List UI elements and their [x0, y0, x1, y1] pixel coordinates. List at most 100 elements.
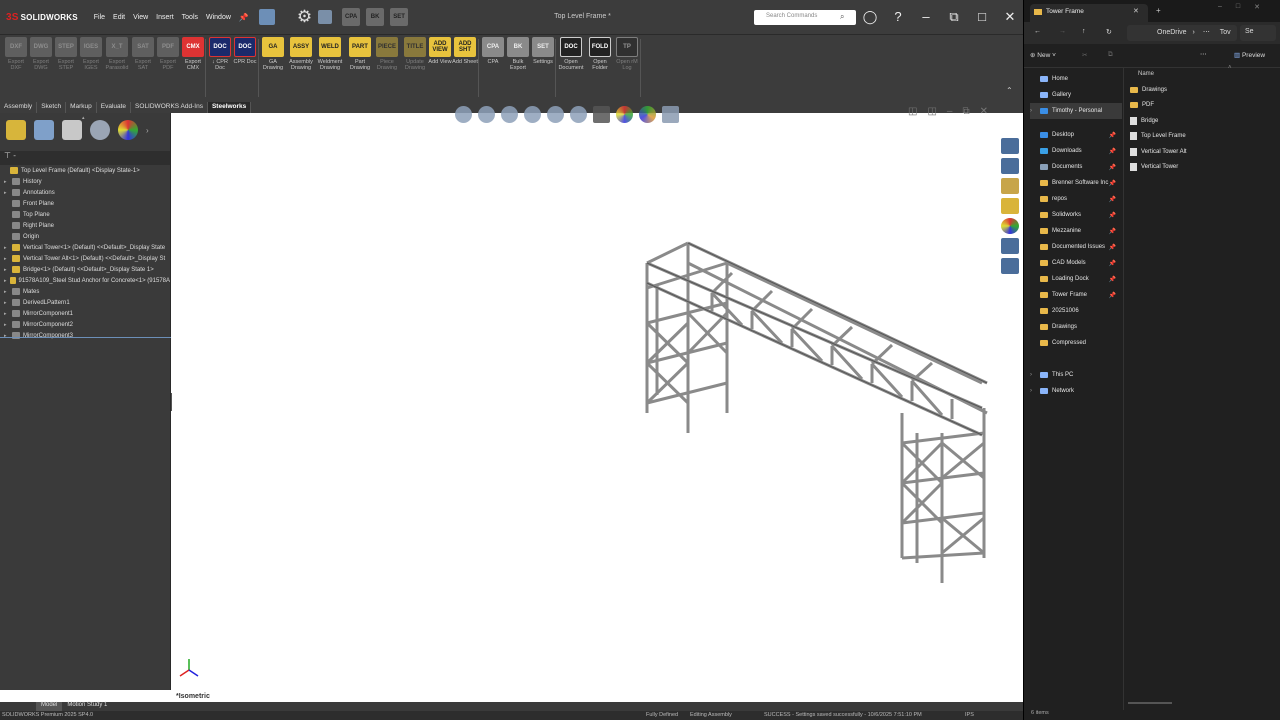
tree-item[interactable]: Origin — [0, 231, 170, 242]
nav-item-desktop[interactable]: Desktop 📌 — [1030, 127, 1122, 143]
tree-item[interactable]: ▸ MirrorComponent3 — [0, 330, 170, 341]
ribbon-bulk-export-button[interactable]: BK Bulk Export — [505, 37, 531, 71]
view-palette-icon[interactable] — [1001, 198, 1019, 214]
section-view-icon[interactable] — [524, 105, 541, 123]
menu-edit[interactable]: Edit — [113, 14, 125, 21]
tree-item[interactable]: ▸ DerivedLPattern1 — [0, 297, 170, 308]
panel-more-icon[interactable]: › — [146, 126, 149, 135]
copy-icon[interactable]: ⧉ — [1108, 51, 1113, 59]
file-list-item[interactable]: Vertical Tower — [1130, 160, 1250, 176]
ribbon-part-drawing-button[interactable]: PART Part Drawing — [347, 37, 373, 71]
tab-evaluate[interactable]: Evaluate — [97, 102, 132, 113]
ribbon-update-drawing-button[interactable]: TITLE Update Drawing — [402, 37, 428, 71]
restore-icon[interactable]: ⧉ — [946, 9, 962, 25]
ribbon-export-step-button[interactable]: STEP Export STEP — [53, 37, 79, 71]
nav-item-mezzanine[interactable]: Mezzanine 📌 — [1030, 223, 1122, 239]
design-library-icon[interactable] — [1001, 158, 1019, 174]
nav-item-compressed[interactable]: Compressed — [1030, 335, 1122, 351]
explorer-close-icon[interactable]: ✕ — [1254, 3, 1260, 11]
minimize-icon[interactable]: – — [918, 9, 934, 25]
gear-icon[interactable]: ⚙ — [297, 7, 312, 27]
view-triad-icon[interactable] — [178, 658, 200, 680]
back-icon[interactable]: ← — [1034, 28, 1041, 35]
zoom-to-area-icon[interactable] — [478, 105, 495, 123]
ribbon-add-sheet-button[interactable]: ADD SHT Add Sheet — [452, 37, 478, 65]
solidworks-logo[interactable]: 3S SOLIDWORKS — [6, 12, 80, 23]
expand-chevron-icon[interactable]: › — [1030, 388, 1040, 394]
solidworks-forum-icon[interactable] — [1001, 258, 1019, 274]
pin-icon[interactable]: 📌 — [1109, 276, 1116, 283]
cpa-tile-button[interactable]: CPA — [342, 8, 361, 26]
property-manager-icon[interactable] — [34, 120, 54, 140]
expand-icon[interactable]: ▸ — [4, 179, 10, 185]
tree-item[interactable]: Front Plane — [0, 198, 170, 209]
tree-item[interactable]: Top Plane — [0, 209, 170, 220]
display-manager-icon[interactable] — [118, 120, 138, 140]
address-location[interactable]: OneDrive — [1157, 29, 1187, 36]
expand-chevron-icon[interactable]: › — [1030, 372, 1040, 378]
maximize-icon[interactable]: □ — [974, 9, 990, 25]
ribbon-open-document-button[interactable]: DOC Open Document — [558, 37, 584, 71]
expand-icon[interactable]: ▸ — [4, 190, 10, 196]
more-options-icon[interactable]: ⋯ — [1200, 50, 1207, 58]
graphics-viewport[interactable] — [172, 113, 1023, 690]
nav-item-20251006[interactable]: 20251006 — [1030, 303, 1122, 319]
tab-assembly[interactable]: Assembly — [0, 102, 38, 113]
pin-icon[interactable]: 📌 — [1109, 148, 1116, 155]
ribbon-export-pdf-button[interactable]: PDF Export PDF — [155, 37, 181, 71]
menu-view[interactable]: View — [133, 14, 148, 21]
cut-icon[interactable]: ✂ — [1082, 51, 1087, 59]
explorer-minimize-icon[interactable]: – — [1218, 3, 1222, 11]
address-bar[interactable]: OneDrive › ⋯ Tov — [1127, 25, 1237, 41]
view-orientation-icon[interactable] — [547, 105, 564, 123]
ribbon-open-folder-button[interactable]: FOLD Open Folder — [587, 37, 613, 71]
pin-icon[interactable]: 📌 — [1109, 196, 1116, 203]
edit-appearance-icon[interactable] — [616, 105, 633, 123]
pin-icon[interactable]: 📌 — [1109, 180, 1116, 187]
file-list-item[interactable]: Top Level Frame — [1130, 129, 1250, 145]
configuration-manager-icon[interactable] — [62, 120, 82, 140]
horizontal-scrollbar[interactable] — [1128, 702, 1172, 704]
tree-filter-input[interactable]: ⊤ - — [0, 151, 170, 165]
pin-icon[interactable]: 📌 — [1109, 244, 1116, 251]
tree-item[interactable]: ▸ MirrorComponent1 — [0, 308, 170, 319]
tab-sketch[interactable]: Sketch — [37, 102, 67, 113]
zoom-to-fit-icon[interactable] — [455, 105, 472, 123]
breadcrumb-more-icon[interactable]: ⋯ — [1203, 29, 1210, 36]
appearances-icon[interactable] — [1001, 218, 1019, 234]
menu-insert[interactable]: Insert — [156, 14, 174, 21]
ribbon-export-dwg-button[interactable]: DWG Export DWG — [28, 37, 54, 71]
pin-icon[interactable]: 📌 — [1109, 212, 1116, 219]
ribbon-export-dxf-button[interactable]: DXF Export DXF — [3, 37, 29, 71]
close-icon[interactable]: ✕ — [1002, 9, 1018, 25]
view-settings-icon[interactable] — [662, 105, 679, 123]
tab-solidworks-add-ins[interactable]: SOLIDWORKS Add-Ins — [131, 102, 208, 113]
expand-chevron-icon[interactable]: › — [1030, 108, 1040, 114]
ribbon-settings-button[interactable]: SET Settings — [530, 37, 556, 65]
tree-item[interactable]: ▸ MirrorComponent2 — [0, 319, 170, 330]
save-icon[interactable] — [258, 9, 275, 25]
tree-item[interactable]: ▸ History — [0, 176, 170, 187]
viewport-restore-icon[interactable]: ⧉ — [962, 106, 969, 117]
forward-icon[interactable]: → — [1059, 28, 1066, 35]
options-list-icon[interactable] — [318, 10, 333, 24]
nav-item-cad-models[interactable]: CAD Models 📌 — [1030, 255, 1122, 271]
tile-right-icon[interactable]: ◫ — [927, 106, 936, 117]
tree-item[interactable]: ▸ Vertical Tower Alt<1> (Default) <<Defau… — [0, 253, 170, 264]
tile-left-icon[interactable]: ◫ — [908, 106, 917, 117]
nav-item-tower-frame[interactable]: Tower Frame 📌 — [1030, 287, 1122, 303]
previous-view-icon[interactable] — [501, 105, 518, 123]
refresh-icon[interactable]: ↻ — [1106, 28, 1112, 36]
dimxpert-icon[interactable] — [90, 120, 110, 140]
nav-item-repos[interactable]: repos 📌 — [1030, 191, 1122, 207]
nav-item-downloads[interactable]: Downloads 📌 — [1030, 143, 1122, 159]
ribbon-export-cmx-button[interactable]: CMX Export CMX — [180, 37, 206, 71]
ribbon-cpa-button[interactable]: CPA CPA — [480, 37, 506, 65]
nav-item-network[interactable]: › Network — [1030, 383, 1122, 399]
pin-icon[interactable]: 📌 — [1109, 260, 1116, 267]
expand-icon[interactable]: ▸ — [4, 311, 10, 317]
set-tile-button[interactable]: SET — [390, 8, 409, 26]
home-task-icon[interactable] — [1001, 138, 1019, 154]
help-icon[interactable]: ? — [890, 9, 906, 25]
pin-icon[interactable]: 📌 — [1109, 132, 1116, 139]
